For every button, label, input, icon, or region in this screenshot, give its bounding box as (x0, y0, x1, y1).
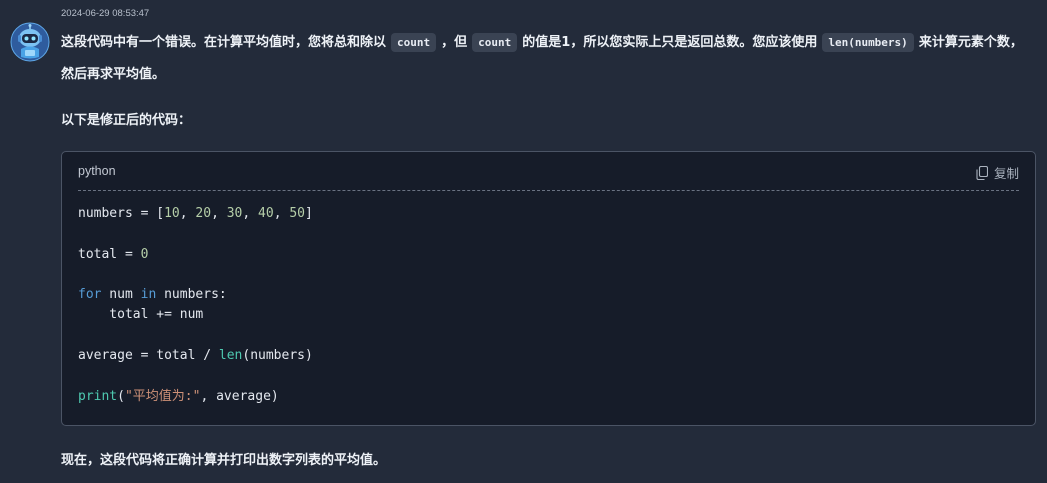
inline-code-count-2: count (472, 33, 518, 52)
code-block-header: python 复制 (78, 152, 1019, 191)
robot-avatar-icon (10, 22, 50, 62)
chat-message: 2024-06-29 08:53:47 这段代码中有一个错误。在计算平均值时，您… (0, 0, 1047, 483)
code-line: numbers = [10, 20, 30, 40, 50] (78, 206, 313, 221)
code-language-label: python (78, 164, 116, 178)
intro-text-2: ，但 (441, 35, 468, 50)
code-line: print("平均值为:", average) (78, 388, 279, 404)
inline-code-count-1: count (391, 33, 437, 52)
code-line: average = total / len(numbers) (78, 348, 313, 364)
intro-text-1: 这段代码中有一个错误。在计算平均值时，您将总和除以 (61, 35, 387, 50)
message-timestamp: 2024-06-29 08:53:47 (61, 8, 150, 19)
closing-paragraph: 现在，这段代码将正确计算并打印出数字列表的平均值。 (61, 453, 387, 468)
message-body: 这段代码中有一个错误。在计算平均值时，您将总和除以 count ，但 count 的值是… (61, 27, 1041, 468)
copy-icon (976, 165, 988, 180)
inline-code-len: len(numbers) (822, 33, 914, 52)
code-line: total += num (78, 307, 204, 323)
intro-text-3: 的值是1，所以您实际上只是返回总数。您应该使用 (522, 35, 818, 50)
copy-button[interactable]: 复制 (976, 163, 1019, 182)
intro-paragraph: 这段代码中有一个错误。在计算平均值时，您将总和除以 count ，但 count 的值是… (61, 27, 1033, 91)
code-line: total = 0 (78, 246, 149, 262)
code-intro-label: 以下是修正后的代码： (61, 113, 192, 128)
copy-button-label: 复制 (993, 166, 1019, 181)
code-block: python 复制 numbers = [10, 20, 30, 40, 50]… (61, 151, 1036, 426)
code-line: for num in numbers: (78, 287, 227, 303)
code-content: numbers = [10, 20, 30, 40, 50] total = 0… (78, 204, 313, 407)
